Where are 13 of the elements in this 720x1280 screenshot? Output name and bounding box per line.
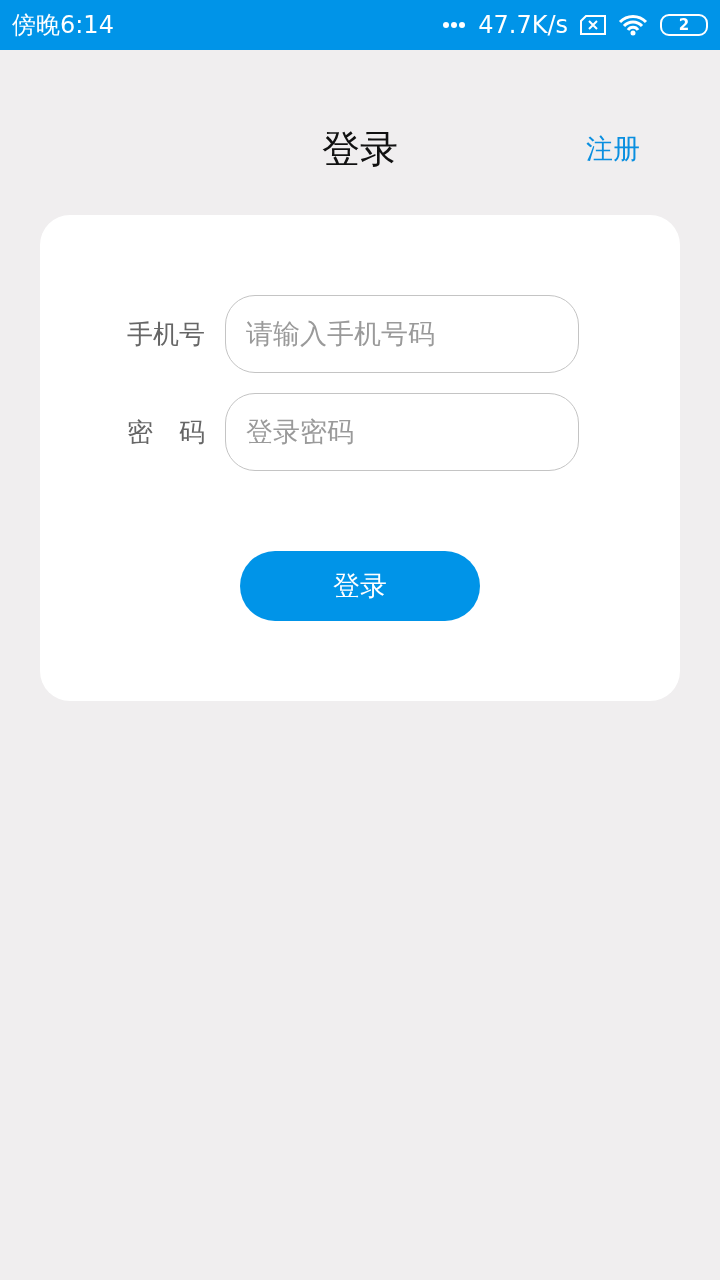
register-link[interactable]: 注册	[586, 131, 640, 167]
field-label: 手机号	[126, 317, 205, 351]
signal-dots-icon	[442, 21, 467, 29]
page-title: 登录	[322, 125, 398, 173]
phone-field[interactable]: 请输入手机号码	[225, 295, 579, 373]
login-button[interactable]: 登录	[240, 551, 480, 621]
wifi-icon	[618, 14, 648, 36]
no-sim-icon	[580, 15, 606, 35]
field-label: 密 码	[126, 415, 205, 449]
network-speed: 47.7K/s	[478, 11, 568, 39]
password-field[interactable]: 登录密码	[225, 393, 579, 471]
status-time: 傍晚6:14	[12, 10, 114, 41]
battery-icon: 2	[660, 14, 708, 36]
